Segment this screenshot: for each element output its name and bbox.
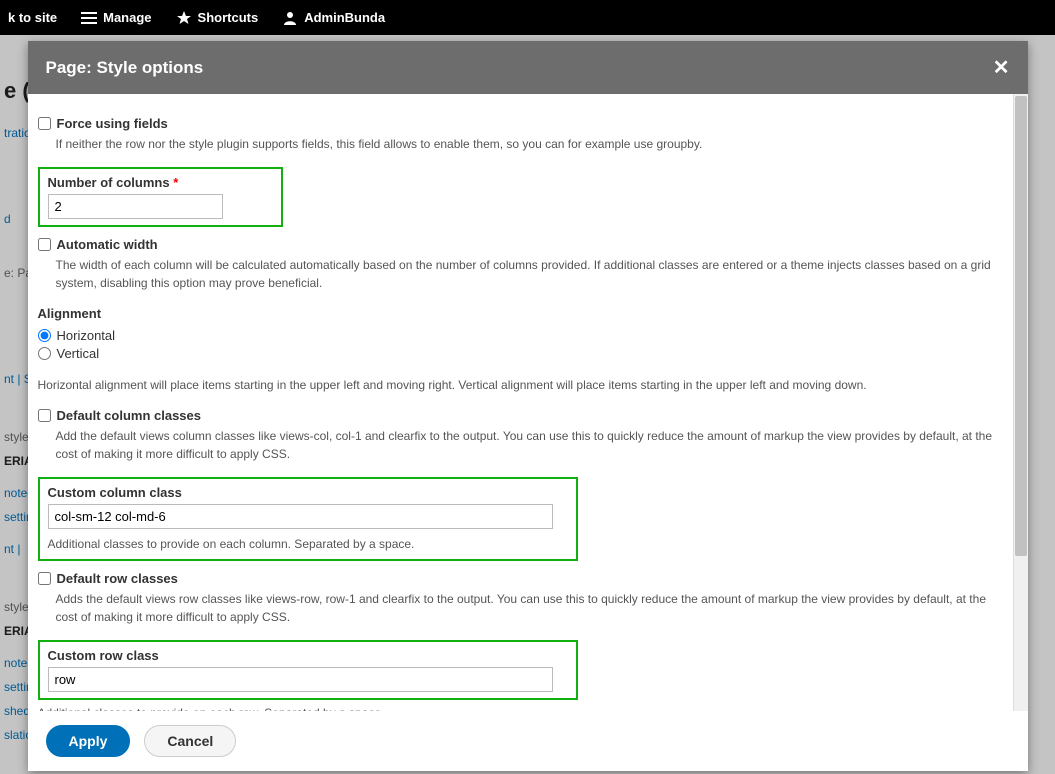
back-to-site-link[interactable]: k to site — [8, 10, 57, 25]
default-col-item: Default column classes Add the default v… — [38, 408, 1003, 463]
custom-row-highlight: Custom row class — [38, 640, 578, 700]
modal-title: Page: Style options — [46, 58, 204, 78]
custom-col-input[interactable] — [48, 504, 553, 529]
modal-header: Page: Style options ✕ — [28, 41, 1028, 94]
horizontal-label: Horizontal — [57, 328, 116, 343]
hamburger-icon — [81, 10, 97, 26]
manage-label: Manage — [103, 10, 151, 25]
modal-body: Force using fields If neither the row no… — [28, 94, 1013, 711]
vertical-label: Vertical — [57, 346, 100, 361]
cancel-button[interactable]: Cancel — [144, 725, 236, 757]
admin-toolbar: k to site Manage Shortcuts AdminBunda — [0, 0, 1055, 35]
custom-col-highlight: Custom column class Additional classes t… — [38, 477, 578, 561]
manage-link[interactable]: Manage — [81, 10, 151, 26]
force-fields-label: Force using fields — [57, 116, 168, 131]
default-row-checkbox[interactable] — [38, 572, 51, 585]
horizontal-radio[interactable] — [38, 329, 51, 342]
default-row-desc: Adds the default views row classes like … — [56, 590, 1003, 626]
user-label: AdminBunda — [304, 10, 385, 25]
modal-footer: Apply Cancel — [28, 711, 1028, 771]
apply-button[interactable]: Apply — [46, 725, 131, 757]
custom-row-input[interactable] — [48, 667, 553, 692]
modal-scrollbar[interactable] — [1013, 94, 1028, 711]
scrollbar-thumb[interactable] — [1015, 96, 1027, 556]
default-col-label: Default column classes — [57, 408, 202, 423]
star-icon — [176, 10, 192, 26]
auto-width-checkbox[interactable] — [38, 238, 51, 251]
default-col-checkbox[interactable] — [38, 409, 51, 422]
vertical-radio[interactable] — [38, 347, 51, 360]
custom-col-label: Custom column class — [48, 485, 568, 500]
modal-overlay: Page: Style options ✕ Force using fields… — [0, 35, 1055, 774]
user-icon — [282, 10, 298, 26]
alignment-desc: Horizontal alignment will place items st… — [38, 376, 1003, 394]
force-fields-item: Force using fields If neither the row no… — [38, 116, 1003, 153]
num-columns-highlight: Number of columns * — [38, 167, 283, 227]
num-columns-label: Number of columns * — [48, 175, 273, 190]
custom-col-desc: Additional classes to provide on each co… — [48, 535, 568, 553]
alignment-legend: Alignment — [38, 306, 102, 321]
back-label: k to site — [8, 10, 57, 25]
force-fields-checkbox[interactable] — [38, 117, 51, 130]
shortcuts-label: Shortcuts — [198, 10, 259, 25]
default-col-desc: Add the default views column classes lik… — [56, 427, 1003, 463]
num-columns-input[interactable] — [48, 194, 223, 219]
auto-width-item: Automatic width The width of each column… — [38, 237, 1003, 292]
auto-width-desc: The width of each column will be calcula… — [56, 256, 1003, 292]
default-row-item: Default row classes Adds the default vie… — [38, 571, 1003, 626]
alignment-fieldset: Alignment Horizontal Vertical — [38, 306, 1003, 364]
custom-row-label: Custom row class — [48, 648, 568, 663]
shortcuts-link[interactable]: Shortcuts — [176, 10, 259, 26]
default-row-label: Default row classes — [57, 571, 178, 586]
auto-width-label: Automatic width — [57, 237, 158, 252]
style-options-modal: Page: Style options ✕ Force using fields… — [28, 41, 1028, 771]
close-icon[interactable]: ✕ — [993, 55, 1010, 80]
force-fields-desc: If neither the row nor the style plugin … — [56, 135, 1003, 153]
custom-row-desc: Additional classes to provide on each ro… — [38, 704, 1003, 711]
user-link[interactable]: AdminBunda — [282, 10, 385, 26]
